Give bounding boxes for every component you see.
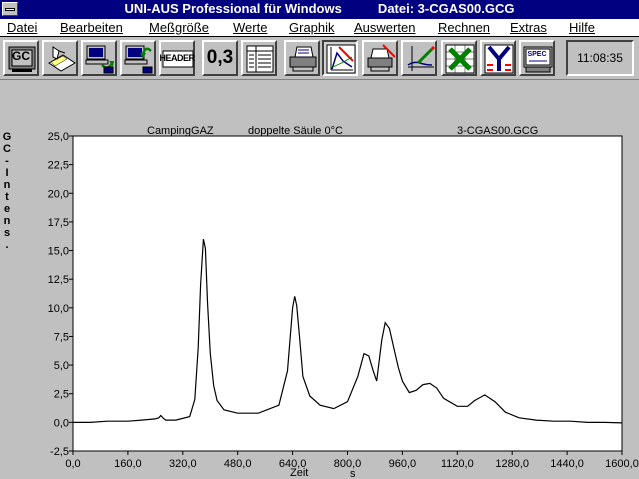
title-bar: UNI-AUS Professional für Windows Datei: …	[0, 0, 639, 19]
toolbar: GC HEADER 0,3 SPEC 11:08:35	[0, 37, 639, 80]
printer-settings-icon	[367, 44, 396, 72]
menu-messgroesse[interactable]: Meßgröße	[149, 20, 209, 35]
y-tick-label: 22,5	[48, 160, 69, 172]
y-tick-label: 7,5	[54, 331, 69, 343]
excel-button[interactable]	[441, 40, 477, 76]
x-tick-label: 0,0	[65, 458, 80, 470]
y-axis-label-char: s	[4, 227, 10, 239]
header-button[interactable]: HEADER	[159, 40, 195, 76]
y-axis-label-char: G	[3, 131, 12, 143]
menu-extras[interactable]: Extras	[510, 20, 547, 35]
printer-icon	[289, 46, 317, 72]
graph-icon	[326, 44, 356, 74]
computer-upload-icon	[124, 45, 153, 74]
excel-icon	[445, 44, 475, 74]
y-axis-label-char: I	[5, 167, 8, 179]
gc-label: GC	[12, 49, 30, 63]
menu-bearbeiten[interactable]: Bearbeiten	[60, 20, 123, 35]
y-axis-icon	[484, 44, 514, 74]
chart-header-left: CampingGAZ	[147, 125, 214, 137]
menu-werte[interactable]: Werte	[233, 20, 267, 35]
x-tick-label: 1280,0	[495, 458, 529, 470]
x-tick-label: 800,0	[334, 458, 362, 470]
print-settings-button[interactable]	[362, 40, 398, 76]
menu-datei[interactable]: Datei	[7, 20, 37, 35]
chromatogram-chart: 0,0 160,0 320,0 480,0 640,0 800,0 960,0 1120,0 1…	[0, 80, 639, 479]
y-tick-label: 10,0	[48, 303, 69, 315]
x-axis-label: Zeit	[290, 467, 308, 479]
y-tick-label: 20,0	[48, 188, 69, 200]
y-axis-label-char: n	[4, 215, 11, 227]
graph-button[interactable]	[322, 40, 358, 76]
y-tick-label: -2,5	[50, 446, 69, 458]
chart-header-right: 3-CGAS00.GCG	[457, 125, 538, 137]
y-tick-label: 2,5	[54, 389, 69, 401]
y-tick-label: 25,0	[48, 131, 69, 143]
computer-download-icon	[85, 45, 114, 74]
x-axis-unit: s	[350, 468, 356, 479]
clock: 11:08:35	[566, 40, 634, 76]
print-button[interactable]	[284, 40, 320, 76]
y-axis-label-char: -	[5, 155, 9, 167]
hand-notepad-icon	[48, 46, 76, 72]
spec-button[interactable]: SPEC	[519, 40, 555, 76]
y-tick-label: 12,5	[48, 274, 69, 286]
upload-button[interactable]	[120, 40, 156, 76]
x-tick-label: 960,0	[389, 458, 417, 470]
x-tick-label: 480,0	[224, 458, 252, 470]
y-axis-label-char: C	[3, 143, 11, 155]
y-tick-label: 15,0	[48, 246, 69, 258]
y-tick-label: 0,0	[54, 417, 69, 429]
gc-button[interactable]: GC	[3, 40, 39, 76]
header-label: HEADER	[159, 53, 196, 63]
table-icon	[246, 45, 274, 73]
menu-bar: Datei Bearbeiten Meßgröße Werte Graphik …	[0, 19, 639, 37]
y-axis-label-char: e	[4, 203, 10, 215]
value-button[interactable]: 0,3	[202, 40, 238, 76]
menu-hilfe[interactable]: Hilfe	[569, 20, 595, 35]
x-tick-label: 320,0	[169, 458, 197, 470]
spec-label: SPEC	[527, 50, 547, 58]
table-button[interactable]	[241, 40, 277, 76]
x-tick-label: 1120,0	[441, 458, 474, 470]
window-title: UNI-AUS Professional für Windows Datei: …	[124, 1, 515, 16]
value-label: 0,3	[206, 47, 234, 68]
y-axis-label-char: n	[4, 179, 11, 191]
y-tick-label: 5,0	[54, 360, 69, 372]
chart-header-middle: doppelte Säule 0°C	[248, 125, 343, 137]
x-tick-label: 1440,0	[550, 458, 584, 470]
plot-area[interactable]	[72, 135, 623, 452]
x-tick-label: 1600,0	[605, 458, 639, 470]
menu-graphik[interactable]: Graphik	[289, 20, 335, 35]
y-axis-label-char: .	[5, 239, 8, 251]
import-button[interactable]	[42, 40, 78, 76]
y-axis-button[interactable]	[480, 40, 516, 76]
x-tick-label: 160,0	[114, 458, 142, 470]
download-button[interactable]	[81, 40, 117, 76]
menu-rechnen[interactable]: Rechnen	[438, 20, 490, 35]
draw-button[interactable]	[401, 40, 437, 76]
menu-auswerten[interactable]: Auswerten	[354, 20, 415, 35]
y-axis-label-char: t	[5, 191, 9, 203]
pen-curve-icon	[407, 45, 436, 71]
chart-svg: 0,0 160,0 320,0 480,0 640,0 800,0 960,0 1120,0 1…	[3, 125, 639, 479]
y-tick-label: 17,5	[48, 217, 69, 229]
